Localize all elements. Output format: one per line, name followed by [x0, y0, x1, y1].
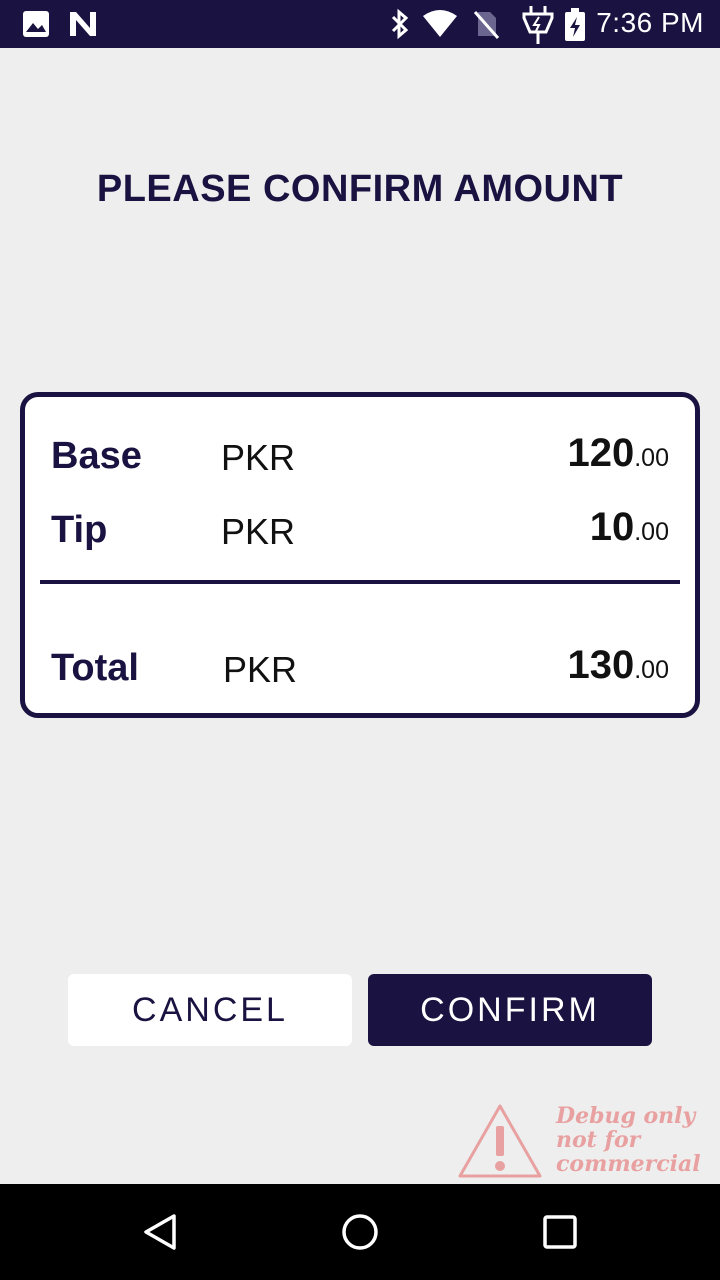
base-amount: 120.00: [567, 431, 669, 476]
divider: [40, 580, 680, 584]
status-bar: 7:36 PM: [0, 0, 720, 48]
total-currency: PKR: [223, 649, 298, 690]
cancel-button[interactable]: CANCEL: [68, 974, 352, 1046]
base-currency: PKR: [221, 437, 296, 478]
watermark-line: not for: [556, 1127, 641, 1153]
image-icon: [23, 11, 49, 37]
navigation-bar: [0, 1184, 720, 1280]
battery-charging-icon: [565, 8, 585, 41]
base-amount-whole: 120: [567, 431, 635, 475]
watermark-text: Debug only not for commercial: [556, 1104, 701, 1176]
page-title: PLEASE CONFIRM AMOUNT: [96, 168, 624, 210]
base-label: Base: [51, 435, 142, 477]
total-amount-cents: .00: [634, 656, 669, 684]
bluetooth-icon: [391, 8, 409, 40]
tip-amount: 10.00: [590, 505, 669, 550]
tip-currency: PKR: [221, 511, 296, 552]
total-row: Total PKR 130.00: [25, 639, 695, 699]
confirm-button[interactable]: CONFIRM: [368, 974, 652, 1046]
tip-row: Tip PKR 10.00: [25, 501, 695, 561]
debug-watermark: Debug only not for commercial: [456, 1100, 720, 1184]
total-amount-whole: 130: [567, 643, 635, 687]
base-amount-cents: .00: [634, 444, 669, 472]
home-icon[interactable]: [340, 1212, 380, 1252]
tip-amount-cents: .00: [634, 518, 669, 546]
n-app-icon: [70, 12, 96, 36]
amount-card: Base PKR 120.00 Tip PKR 10.00 Total PKR …: [20, 392, 700, 718]
tip-label: Tip: [51, 509, 108, 551]
total-amount: 130.00: [567, 643, 669, 688]
charging-plug-icon: [522, 6, 554, 44]
watermark-line: commercial: [556, 1151, 701, 1177]
total-label: Total: [51, 647, 139, 689]
back-icon[interactable]: [140, 1212, 180, 1252]
clock: 7:36 PM: [596, 7, 704, 38]
no-sim-icon: [473, 11, 500, 39]
recents-icon[interactable]: [540, 1212, 580, 1252]
wifi-icon: [423, 10, 457, 37]
base-row: Base PKR 120.00: [25, 427, 695, 487]
tip-amount-whole: 10: [589, 505, 635, 549]
warning-triangle-icon: [458, 1104, 542, 1178]
watermark-line: Debug only: [556, 1103, 696, 1129]
